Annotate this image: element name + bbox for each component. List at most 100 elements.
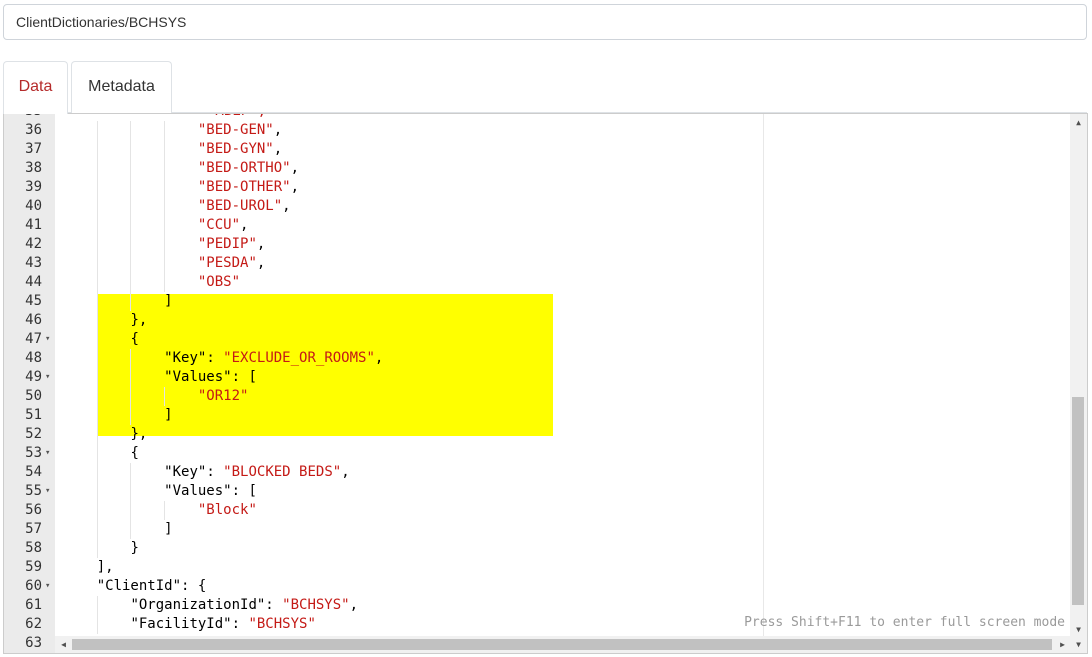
code-line: 58} <box>4 539 1071 558</box>
tab-data[interactable]: Data <box>3 61 68 114</box>
code-line-partial-top: 35 "ABLP", <box>4 114 1071 121</box>
code-line: 61 "OrganizationId": "BCHSYS", <box>4 596 1071 615</box>
line-text: }, <box>130 312 148 328</box>
line-text: "FacilityId": "BCHSYS" <box>130 616 316 632</box>
code-line: 50 "OR12" <box>4 387 1071 406</box>
code-line: 39 "BED-OTHER", <box>4 178 1071 197</box>
line-number: 45 <box>25 293 42 309</box>
horizontal-scrollbar[interactable]: ◀ ▶ <box>55 636 1071 653</box>
line-number: 38 <box>25 160 42 176</box>
fold-toggle-icon[interactable]: ▾ <box>45 368 50 387</box>
fold-toggle-icon[interactable]: ▾ <box>45 577 50 596</box>
line-text: "BED-OTHER", <box>197 179 300 195</box>
scroll-up-arrow-icon[interactable]: ▲ <box>1070 114 1087 131</box>
line-number: 47 <box>25 331 42 347</box>
line-text: "BED-GYN", <box>197 141 283 157</box>
vertical-scroll-thumb[interactable] <box>1072 397 1084 605</box>
scroll-left-arrow-icon[interactable]: ◀ <box>55 636 72 653</box>
line-number: 62 <box>25 616 42 632</box>
line-text: "Key": "BLOCKED BEDS", <box>164 464 350 480</box>
line-number: 42 <box>25 236 42 252</box>
line-text: "Values": [ <box>164 483 257 499</box>
line-text: ] <box>164 407 173 423</box>
line-text: "Key": "EXCLUDE_OR_ROOMS", <box>164 350 384 366</box>
tab-metadata[interactable]: Metadata <box>71 61 172 113</box>
code-line: 48 "Key": "EXCLUDE_OR_ROOMS", <box>4 349 1071 368</box>
line-number: 52 <box>25 426 42 442</box>
horizontal-scroll-thumb[interactable] <box>72 639 1052 650</box>
code-line: 57] <box>4 520 1071 539</box>
code-line: 47 ▾ { <box>4 330 1071 349</box>
line-text: ], <box>96 559 114 575</box>
line-number: 56 <box>25 502 42 518</box>
document-path-input[interactable] <box>3 4 1087 40</box>
line-number: 36 <box>25 122 42 138</box>
line-number: 61 <box>25 597 42 613</box>
line-text: "BED-GEN", <box>197 122 283 138</box>
line-text: "CCU", <box>197 217 249 233</box>
tab-bar: Data Metadata <box>3 61 1087 114</box>
code-line: 54 "Key": "BLOCKED BEDS", <box>4 463 1071 482</box>
line-text: ] <box>164 521 173 537</box>
line-number: 46 <box>25 312 42 328</box>
line-text: "ClientId": { <box>96 578 207 594</box>
line-number: 63 <box>25 635 42 651</box>
line-number: 55 <box>25 483 42 499</box>
code-line: 44 "OBS" <box>4 273 1071 292</box>
code-line: 60 ▾ "ClientId": { <box>4 577 1071 596</box>
line-text: { <box>130 445 139 461</box>
line-number: 35 <box>4 114 42 121</box>
code-line: 49 ▾ "Values": [ <box>4 368 1071 387</box>
line-number: 50 <box>25 388 42 404</box>
code-line: 59], <box>4 558 1071 577</box>
line-text: "PEDIP", <box>197 236 266 252</box>
fullscreen-hint: Press Shift+F11 to enter full screen mod… <box>744 615 1065 630</box>
line-number: 57 <box>25 521 42 537</box>
line-text: { <box>130 331 139 347</box>
code-lines: 35 "ABLP", 36 "BED-GEN", 37 "BED-GYN", 38 "BE… <box>4 114 1071 654</box>
line-text: "OBS" <box>197 274 241 290</box>
line-number: 41 <box>25 217 42 233</box>
line-number: 58 <box>25 540 42 556</box>
line-text: ] <box>164 293 173 309</box>
vertical-scrollbar[interactable]: ▲ ▼ <box>1070 114 1087 638</box>
scroll-corner-down-icon: ▼ <box>1070 636 1087 653</box>
code-line: 55 ▾ "Values": [ <box>4 482 1071 501</box>
code-line: 37 "BED-GYN", <box>4 140 1071 159</box>
line-text: "BED-UROL", <box>197 198 291 214</box>
line-text: "Values": [ <box>164 369 257 385</box>
line-number: 49 <box>25 369 42 385</box>
code-line-partial-bottom: 64 <box>4 653 1071 654</box>
line-number: 37 <box>25 141 42 157</box>
line-text: "Block" <box>197 502 257 518</box>
line-number: 39 <box>25 179 42 195</box>
fold-toggle-icon[interactable]: ▾ <box>45 444 50 463</box>
line-number: 40 <box>25 198 42 214</box>
code-line: 53 ▾ { <box>4 444 1071 463</box>
scroll-right-arrow-icon[interactable]: ▶ <box>1054 636 1071 653</box>
code-line: 42 "PEDIP", <box>4 235 1071 254</box>
line-text: "OrganizationId": "BCHSYS", <box>130 597 359 613</box>
code-line: 43 "PESDA", <box>4 254 1071 273</box>
code-line: 52}, <box>4 425 1071 444</box>
fold-toggle-icon[interactable]: ▾ <box>45 482 50 501</box>
line-number: 59 <box>25 559 42 575</box>
line-number: 43 <box>25 255 42 271</box>
code-line: 41 "CCU", <box>4 216 1071 235</box>
line-number: 44 <box>25 274 42 290</box>
code-line: 46}, <box>4 311 1071 330</box>
line-text: "BED-ORTHO", <box>197 160 300 176</box>
line-number: 48 <box>25 350 42 366</box>
code-line: 36 "BED-GEN", <box>4 121 1071 140</box>
code-line: 40 "BED-UROL", <box>4 197 1071 216</box>
json-code-editor[interactable]: 35 "ABLP", 36 "BED-GEN", 37 "BED-GYN", 38 "BE… <box>3 113 1088 654</box>
line-text: "OR12" <box>197 388 249 404</box>
line-number: 64 <box>4 653 42 654</box>
line-number: 60 <box>25 578 42 594</box>
line-number: 53 <box>25 445 42 461</box>
line-text: "PESDA", <box>197 255 266 271</box>
code-line: 38 "BED-ORTHO", <box>4 159 1071 178</box>
fold-toggle-icon[interactable]: ▾ <box>45 330 50 349</box>
code-line: 56 "Block" <box>4 501 1071 520</box>
code-line: 51] <box>4 406 1071 425</box>
